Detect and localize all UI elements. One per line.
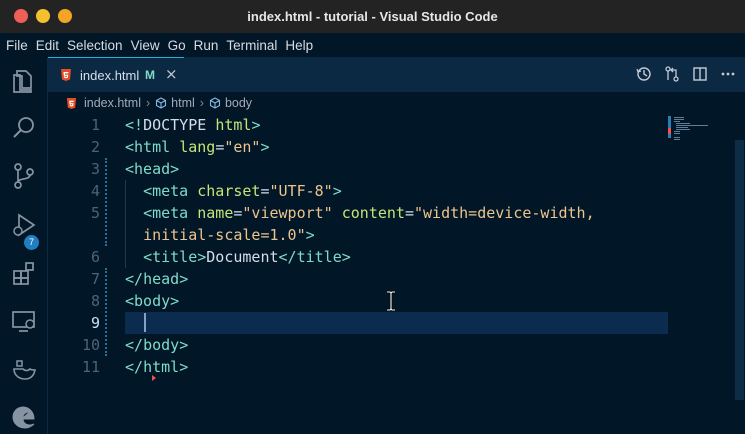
explorer-icon[interactable] [10, 67, 38, 95]
close-tab-icon[interactable]: × [165, 65, 178, 83]
menu-view[interactable]: View [127, 38, 164, 53]
line-number: 2 [90, 138, 100, 156]
breadcrumb: index.html › html › body [48, 92, 745, 114]
window-title: index.html - tutorial - Visual Studio Co… [247, 9, 498, 24]
code-line-1: <!DOCTYPE html> [125, 116, 261, 134]
code-line-2: <html lang="en"> [125, 138, 270, 156]
chevron-right-icon: › [199, 96, 204, 110]
code-line-4: <meta charset="UTF-8"> [143, 182, 342, 200]
element-icon [156, 97, 167, 109]
edge-devtools-icon[interactable] [10, 403, 38, 431]
line-number: 7 [90, 270, 100, 288]
breadcrumb-html[interactable]: html [171, 96, 195, 110]
code-line-8: <body> [125, 292, 180, 310]
run-debug-icon[interactable] [10, 211, 38, 239]
line-number: 6 [90, 248, 100, 266]
remote-explorer-icon[interactable] [10, 307, 38, 335]
line-number: 3 [90, 160, 100, 178]
line-number: 5 [90, 204, 100, 222]
more-actions-icon[interactable] [719, 65, 737, 83]
line-number: 4 [90, 182, 100, 200]
menu-terminal[interactable]: Terminal [222, 38, 281, 53]
minimap[interactable] [668, 116, 708, 146]
code-line-7: </head> [125, 270, 189, 288]
line-number: 8 [90, 292, 100, 310]
menu-help[interactable]: Help [281, 38, 317, 53]
extensions-icon[interactable] [10, 259, 38, 287]
code-line-5-wrap: initial-scale=1.0"> [143, 226, 315, 244]
modified-indicator: M [145, 68, 155, 82]
timeline-icon[interactable] [635, 65, 653, 83]
split-editor-icon[interactable] [691, 65, 709, 83]
html5-icon [66, 97, 77, 109]
menu-bar: File Edit Selection View Go Run Terminal… [0, 33, 745, 57]
docker-icon[interactable] [10, 355, 38, 383]
line-number: 10 [81, 336, 100, 354]
git-modified-marker [105, 158, 107, 246]
html5-icon [61, 69, 71, 81]
breadcrumb-file[interactable]: index.html [84, 96, 141, 110]
line-number: 11 [81, 358, 100, 376]
scrollbar-thumb[interactable] [735, 140, 744, 400]
title-bar: index.html - tutorial - Visual Studio Co… [0, 0, 745, 33]
tab-bar: index.html M × [48, 57, 745, 92]
code-line-6: <title>Document</title> [143, 248, 351, 266]
code-line-3: <head> [125, 160, 180, 178]
source-control-icon[interactable] [10, 162, 38, 190]
activity-bar: 7 [0, 57, 48, 434]
tab-index-html[interactable]: index.html M × [48, 57, 184, 92]
element-icon [209, 97, 221, 109]
line-number-current: 9 [90, 314, 100, 332]
code-editor[interactable]: 1 2 3 4 5 6 7 8 9 10 11 <!DOCTYPE html> … [48, 114, 745, 434]
tab-label: index.html [80, 68, 140, 83]
code-line-10: </body> [125, 336, 189, 354]
chevron-right-icon: › [145, 96, 151, 110]
menu-run[interactable]: Run [190, 38, 223, 53]
menu-go[interactable]: Go [164, 38, 190, 53]
line-number: 1 [90, 116, 100, 134]
search-icon[interactable] [10, 114, 38, 142]
git-modified-marker [105, 268, 107, 356]
editor-actions [635, 65, 737, 83]
menu-edit[interactable]: Edit [32, 38, 63, 53]
menu-selection[interactable]: Selection [63, 38, 127, 53]
current-line-highlight [125, 312, 668, 334]
code-line-5: <meta name="viewport" content="width=dev… [143, 204, 595, 222]
compare-changes-icon[interactable] [663, 65, 681, 83]
text-caret [144, 313, 146, 332]
menu-file[interactable]: File [2, 38, 32, 53]
ibeam-cursor-icon [387, 291, 395, 311]
breadcrumb-body[interactable]: body [225, 96, 252, 110]
code-line-11: </html> [125, 358, 189, 376]
